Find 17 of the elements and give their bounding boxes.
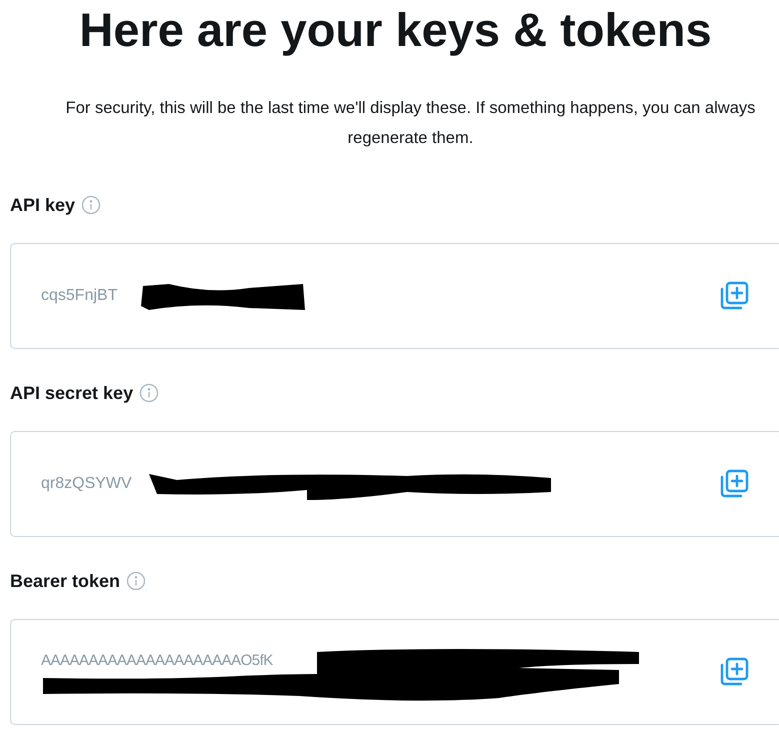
copy-icon[interactable] (718, 468, 750, 500)
info-icon[interactable] (126, 571, 146, 591)
key-value: AAAAAAAAAAAAAAAAAAAAAO5fK (41, 651, 273, 671)
key-field[interactable]: cqs5FnjBT (10, 243, 779, 349)
key-field[interactable]: AAAAAAAAAAAAAAAAAAAAAO5fK (10, 619, 779, 725)
security-notice: For security, this will be the last time we'll display these. If something happens, you can always regenerate them. (64, 98, 756, 149)
page-title: Here are your keys & tokens (78, 2, 713, 58)
info-icon[interactable] (81, 195, 102, 215)
info-icon[interactable] (139, 383, 160, 403)
key-label: Bearer token (10, 570, 120, 593)
key-value: cqs5FnjBT (41, 286, 118, 306)
copy-icon[interactable] (718, 280, 750, 312)
copy-icon[interactable] (718, 656, 750, 688)
key-field[interactable]: qr8zQSYWV (10, 431, 779, 537)
key-label: API key (10, 194, 76, 217)
key-value: qr8zQSYWV (41, 474, 132, 494)
key-label: API secret key (10, 382, 134, 405)
